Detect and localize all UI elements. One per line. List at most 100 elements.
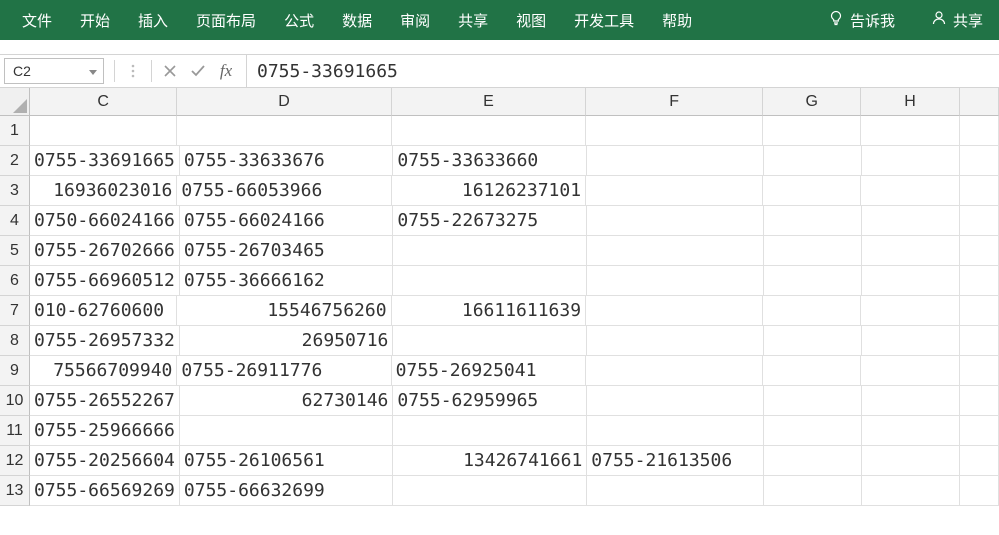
cell[interactable] (764, 206, 862, 236)
row-header[interactable]: 1 (0, 116, 30, 146)
ribbon-tab[interactable]: 插入 (124, 0, 182, 40)
ribbon-tab[interactable]: 文件 (8, 0, 66, 40)
cell[interactable]: 0755-26106561 (180, 446, 393, 476)
ribbon-tab[interactable]: 开发工具 (560, 0, 648, 40)
cell[interactable] (587, 416, 763, 446)
cell[interactable] (862, 326, 960, 356)
cell[interactable] (587, 236, 763, 266)
cell[interactable] (587, 386, 763, 416)
column-header[interactable]: E (392, 88, 587, 116)
cell[interactable] (393, 326, 587, 356)
cell[interactable] (393, 476, 587, 506)
row-header[interactable]: 6 (0, 266, 30, 296)
cell[interactable]: 0755-33691665 (30, 146, 180, 176)
accept-icon[interactable] (184, 58, 212, 84)
cell[interactable]: 62730146 (180, 386, 393, 416)
formula-editor[interactable]: 0755-33691665 (246, 55, 999, 87)
cell[interactable] (960, 296, 999, 326)
cell[interactable] (861, 116, 959, 146)
cell[interactable] (30, 116, 177, 146)
ribbon-tab[interactable]: 审阅 (386, 0, 444, 40)
cell[interactable]: 0755-66960512 (30, 266, 180, 296)
ribbon-tab[interactable]: 数据 (328, 0, 386, 40)
cell[interactable] (960, 176, 999, 206)
cell[interactable] (586, 296, 763, 326)
cell[interactable] (960, 236, 999, 266)
cell[interactable] (960, 326, 999, 356)
column-header[interactable]: D (177, 88, 391, 116)
ribbon-tab[interactable]: 帮助 (648, 0, 706, 40)
cell[interactable]: 16126237101 (392, 176, 587, 206)
row-header[interactable]: 3 (0, 176, 30, 206)
cell[interactable] (392, 116, 587, 146)
ribbon-tab[interactable]: 视图 (502, 0, 560, 40)
cell[interactable] (764, 476, 862, 506)
cell[interactable]: 16936023016 (30, 176, 177, 206)
cell[interactable]: 0755-26552267 (30, 386, 180, 416)
cell[interactable] (764, 266, 862, 296)
cell[interactable]: 0755-20256604 (30, 446, 180, 476)
cell[interactable] (862, 416, 960, 446)
cell[interactable]: 0755-36666162 (180, 266, 393, 296)
cell[interactable] (393, 266, 587, 296)
cell[interactable] (587, 266, 763, 296)
row-header[interactable]: 7 (0, 296, 30, 326)
cell[interactable] (586, 356, 763, 386)
row-header[interactable]: 11 (0, 416, 30, 446)
row-header[interactable]: 10 (0, 386, 30, 416)
cell[interactable] (862, 386, 960, 416)
cell[interactable] (861, 176, 959, 206)
cell[interactable] (587, 476, 763, 506)
row-header[interactable]: 9 (0, 356, 30, 386)
column-header[interactable] (960, 88, 999, 116)
cell[interactable] (180, 416, 393, 446)
fx-icon[interactable]: fx (212, 58, 240, 84)
row-header[interactable]: 8 (0, 326, 30, 356)
cell[interactable] (763, 116, 861, 146)
ribbon-tab[interactable]: 共享 (444, 0, 502, 40)
cell[interactable]: 0755-33633660 (393, 146, 587, 176)
cell[interactable]: 16611611639 (392, 296, 587, 326)
cell[interactable] (960, 476, 999, 506)
cell[interactable] (763, 176, 861, 206)
cell[interactable] (763, 296, 861, 326)
select-all-corner[interactable] (0, 88, 30, 116)
tell-me[interactable]: 告诉我 (820, 0, 903, 40)
cell[interactable] (764, 446, 862, 476)
cell[interactable]: 0755-26703465 (180, 236, 393, 266)
cell[interactable]: 0755-26957332 (30, 326, 180, 356)
cell[interactable] (960, 416, 999, 446)
cell[interactable] (177, 116, 391, 146)
cell[interactable] (393, 416, 587, 446)
cancel-icon[interactable] (156, 58, 184, 84)
row-header[interactable]: 2 (0, 146, 30, 176)
row-header[interactable]: 12 (0, 446, 30, 476)
ribbon-tab[interactable]: 公式 (270, 0, 328, 40)
cell[interactable] (862, 146, 960, 176)
cell[interactable]: 0755-66632699 (180, 476, 393, 506)
cell[interactable] (764, 236, 862, 266)
row-header[interactable]: 13 (0, 476, 30, 506)
cell[interactable]: 0755-22673275 (393, 206, 587, 236)
cell[interactable] (861, 296, 959, 326)
cell[interactable] (960, 206, 999, 236)
cell[interactable] (764, 326, 862, 356)
cell[interactable]: 010-62760600 (30, 296, 177, 326)
cell[interactable]: 15546756260 (177, 296, 391, 326)
column-header[interactable]: G (763, 88, 861, 116)
cell[interactable]: 0755-25966666 (30, 416, 180, 446)
cell[interactable]: 0755-26911776 (177, 356, 391, 386)
cell[interactable] (960, 116, 999, 146)
cell[interactable]: 75566709940 (30, 356, 177, 386)
cell[interactable]: 0755-33633676 (180, 146, 393, 176)
column-header[interactable]: H (861, 88, 959, 116)
cell[interactable] (862, 266, 960, 296)
cell[interactable] (960, 446, 999, 476)
cell[interactable] (586, 176, 763, 206)
cell[interactable] (587, 206, 763, 236)
cell[interactable] (862, 206, 960, 236)
cell[interactable] (862, 446, 960, 476)
cell[interactable]: 0755-62959965 (393, 386, 587, 416)
share-button[interactable]: 共享 (923, 0, 991, 40)
cell[interactable] (587, 326, 763, 356)
